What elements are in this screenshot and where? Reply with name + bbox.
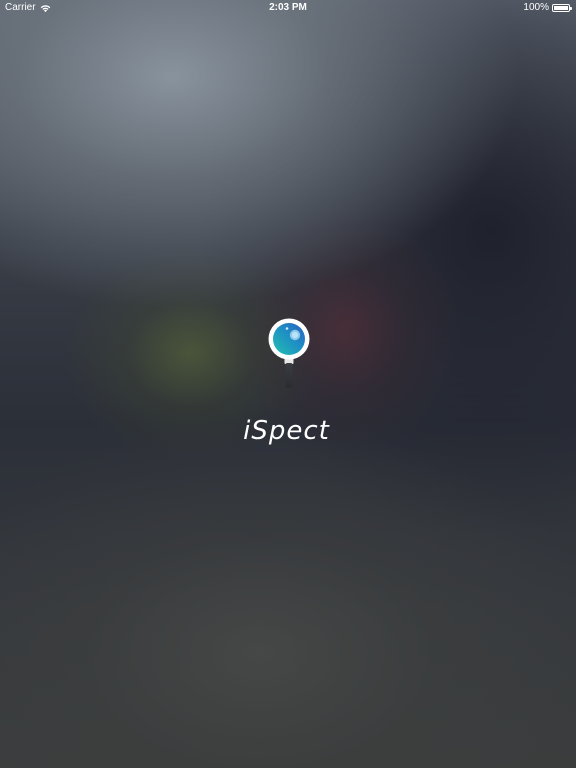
battery-icon (552, 4, 572, 12)
status-right: 100% (523, 0, 572, 16)
app-name: iSpect (243, 416, 330, 446)
battery-fill (554, 6, 568, 10)
status-time: 2:03 PM (269, 2, 307, 13)
magnifier-lens-icon (268, 318, 309, 388)
status-bar: Carrier 2:03 PM 100% (0, 0, 576, 16)
battery-percent: 100% (523, 2, 549, 13)
splash-logo: iSpect (0, 318, 576, 446)
